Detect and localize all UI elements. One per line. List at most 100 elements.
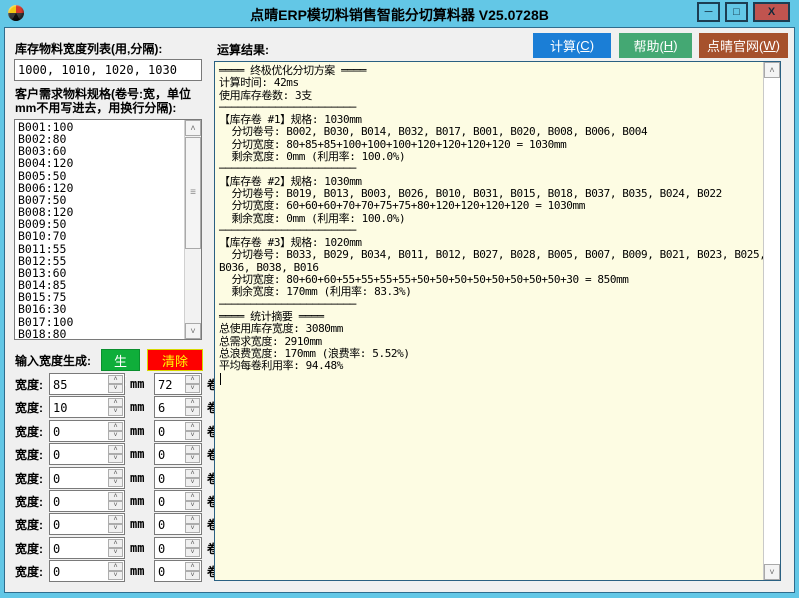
spin-up-icon[interactable]: ˄ bbox=[185, 562, 200, 571]
official-site-button[interactable]: 点晴官网(W) bbox=[699, 33, 788, 58]
clear-button[interactable]: 清除 bbox=[147, 349, 203, 371]
number-input[interactable]: 0˄˅ bbox=[154, 420, 202, 442]
spin-down-icon[interactable]: ˅ bbox=[108, 524, 123, 533]
spin-up-icon[interactable]: ˄ bbox=[108, 398, 123, 407]
result-scroll-up-icon[interactable]: ˄ bbox=[764, 62, 780, 78]
maximize-button[interactable]: □ bbox=[725, 2, 748, 22]
close-button[interactable]: X bbox=[753, 2, 790, 22]
spin-down-icon[interactable]: ˅ bbox=[108, 548, 123, 557]
help-button[interactable]: 帮助(H) bbox=[619, 33, 692, 58]
spin-up-icon[interactable]: ˄ bbox=[108, 445, 123, 454]
spin-down-icon[interactable]: ˅ bbox=[185, 431, 200, 440]
width-row-label: 宽度: bbox=[15, 563, 49, 580]
listbox-scrollbar[interactable]: ˄ ≡ ˅ bbox=[184, 120, 201, 339]
number-input[interactable]: 0˄˅ bbox=[49, 513, 125, 535]
list-item[interactable]: B010:70 bbox=[15, 230, 183, 242]
spin-down-icon[interactable]: ˅ bbox=[185, 407, 200, 416]
text-caret bbox=[220, 373, 221, 385]
scroll-up-icon[interactable]: ˄ bbox=[185, 120, 201, 136]
spin-down-icon[interactable]: ˅ bbox=[185, 478, 200, 487]
spin-up-icon[interactable]: ˄ bbox=[108, 539, 123, 548]
demand-spec-label: 客户需求物料规格(卷号:宽，单位mm不用写进去，用换行分隔): bbox=[15, 87, 207, 115]
mm-unit-label: mm bbox=[130, 541, 150, 555]
spin-down-icon[interactable]: ˅ bbox=[108, 478, 123, 487]
spin-up-icon[interactable]: ˄ bbox=[185, 375, 200, 384]
spin-up-icon[interactable]: ˄ bbox=[185, 422, 200, 431]
result-scrollbar[interactable]: ˄ ˅ bbox=[763, 62, 780, 580]
demand-list-items: B001:100B002:80B003:60B004:120B005:50B00… bbox=[15, 121, 183, 340]
number-input[interactable]: 0˄˅ bbox=[154, 513, 202, 535]
number-input[interactable]: 0˄˅ bbox=[49, 443, 125, 465]
number-input[interactable]: 0˄˅ bbox=[49, 537, 125, 559]
number-input[interactable]: 0˄˅ bbox=[49, 467, 125, 489]
spin-down-icon[interactable]: ˅ bbox=[108, 571, 123, 580]
number-input[interactable]: 0˄˅ bbox=[49, 420, 125, 442]
list-item[interactable]: B016:30 bbox=[15, 303, 183, 315]
spin-down-icon[interactable]: ˅ bbox=[108, 384, 123, 393]
list-item[interactable]: B017:100 bbox=[15, 316, 183, 328]
demand-listbox[interactable]: B001:100B002:80B003:60B004:120B005:50B00… bbox=[14, 119, 202, 340]
number-input[interactable]: 0˄˅ bbox=[154, 467, 202, 489]
spin-up-icon[interactable]: ˄ bbox=[108, 492, 123, 501]
spin-up-icon[interactable]: ˄ bbox=[108, 422, 123, 431]
spin-down-icon[interactable]: ˅ bbox=[185, 384, 200, 393]
minimize-button[interactable]: ─ bbox=[697, 2, 720, 22]
spin-up-icon[interactable]: ˄ bbox=[185, 445, 200, 454]
app-window: 点晴ERP模切料销售智能分切算料器 V25.0728B ─ □ X 库存物料宽度… bbox=[0, 0, 799, 598]
spin-down-icon[interactable]: ˅ bbox=[185, 548, 200, 557]
spin-up-icon[interactable]: ˄ bbox=[108, 515, 123, 524]
number-input[interactable]: 72˄˅ bbox=[154, 373, 202, 395]
result-scroll-down-icon[interactable]: ˅ bbox=[764, 564, 780, 580]
spin-up-icon[interactable]: ˄ bbox=[108, 562, 123, 571]
spin-down-icon[interactable]: ˅ bbox=[185, 524, 200, 533]
generate-button[interactable]: 生成 bbox=[101, 349, 140, 371]
spin-up-icon[interactable]: ˄ bbox=[185, 492, 200, 501]
width-row-label: 宽度: bbox=[15, 516, 49, 533]
spin-down-icon[interactable]: ˅ bbox=[185, 571, 200, 580]
number-input[interactable]: 0˄˅ bbox=[154, 560, 202, 582]
mm-unit-label: mm bbox=[130, 471, 150, 485]
client-area: 库存物料宽度列表(用,分隔): 客户需求物料规格(卷号:宽，单位mm不用写进去，… bbox=[4, 27, 795, 593]
number-input[interactable]: 85˄˅ bbox=[49, 373, 125, 395]
spin-down-icon[interactable]: ˅ bbox=[108, 454, 123, 463]
list-item[interactable]: B018:80 bbox=[15, 328, 183, 340]
number-input[interactable]: 0˄˅ bbox=[154, 443, 202, 465]
window-title: 点晴ERP模切料销售智能分切算料器 V25.0728B bbox=[0, 5, 799, 25]
scroll-down-icon[interactable]: ˅ bbox=[185, 323, 201, 339]
mm-unit-label: mm bbox=[130, 517, 150, 531]
number-input[interactable]: 0˄˅ bbox=[49, 490, 125, 512]
result-textarea[interactable]: ════ 终极优化分切方案 ════ 计算时间: 42ms 使用库存卷数: 3支… bbox=[214, 61, 781, 581]
width-row-label: 宽度: bbox=[15, 446, 49, 463]
spin-down-icon[interactable]: ˅ bbox=[108, 407, 123, 416]
spin-up-icon[interactable]: ˄ bbox=[185, 469, 200, 478]
spin-down-icon[interactable]: ˅ bbox=[108, 431, 123, 440]
scrollbar-thumb[interactable]: ≡ bbox=[185, 137, 201, 249]
width-row: 宽度:85˄˅mm72˄˅卷 bbox=[15, 373, 219, 395]
number-input[interactable]: 6˄˅ bbox=[154, 396, 202, 418]
width-row: 宽度:0˄˅mm0˄˅卷 bbox=[15, 443, 219, 465]
list-item[interactable]: B004:120 bbox=[15, 157, 183, 169]
number-input[interactable]: 0˄˅ bbox=[49, 560, 125, 582]
spin-down-icon[interactable]: ˅ bbox=[185, 501, 200, 510]
stock-width-label: 库存物料宽度列表(用,分隔): bbox=[15, 40, 162, 57]
width-row: 宽度:0˄˅mm0˄˅卷 bbox=[15, 420, 219, 442]
scrollbar-grip-icon: ≡ bbox=[186, 187, 200, 199]
width-row-label: 宽度: bbox=[15, 399, 49, 416]
stock-width-input[interactable] bbox=[14, 59, 202, 81]
titlebar[interactable]: 点晴ERP模切料销售智能分切算料器 V25.0728B ─ □ X bbox=[0, 0, 799, 27]
calculate-button[interactable]: 计算(C) bbox=[533, 33, 611, 58]
spin-up-icon[interactable]: ˄ bbox=[108, 469, 123, 478]
mm-unit-label: mm bbox=[130, 377, 150, 391]
number-input[interactable]: 0˄˅ bbox=[154, 537, 202, 559]
spin-up-icon[interactable]: ˄ bbox=[185, 539, 200, 548]
width-row: 宽度:10˄˅mm6˄˅卷 bbox=[15, 396, 219, 418]
number-input[interactable]: 0˄˅ bbox=[154, 490, 202, 512]
spin-down-icon[interactable]: ˅ bbox=[108, 501, 123, 510]
spin-up-icon[interactable]: ˄ bbox=[185, 398, 200, 407]
list-item[interactable]: B011:55 bbox=[15, 243, 183, 255]
number-input[interactable]: 10˄˅ bbox=[49, 396, 125, 418]
spin-down-icon[interactable]: ˅ bbox=[185, 454, 200, 463]
list-item[interactable]: B005:50 bbox=[15, 170, 183, 182]
spin-up-icon[interactable]: ˄ bbox=[185, 515, 200, 524]
spin-up-icon[interactable]: ˄ bbox=[108, 375, 123, 384]
